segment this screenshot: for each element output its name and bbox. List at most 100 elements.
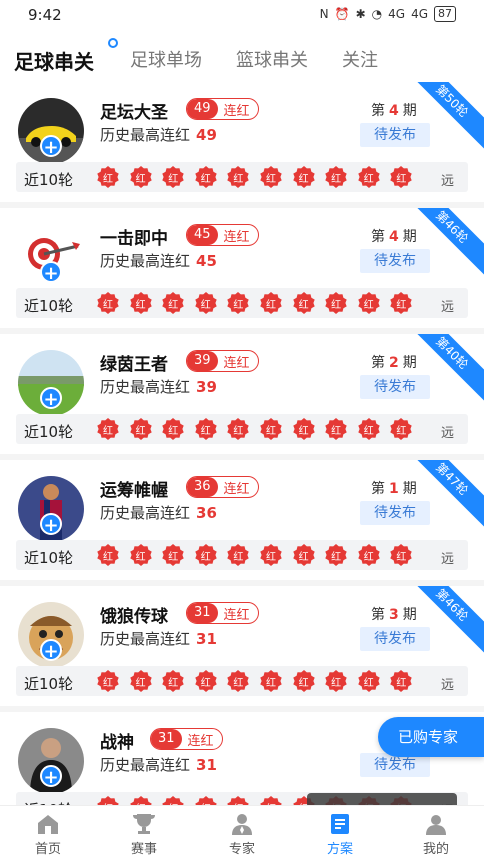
nav-experts[interactable]: 专家 (212, 812, 272, 857)
result-red-icon: 红 (357, 669, 381, 693)
result-text: 红 (331, 174, 342, 185)
expert-list: + 足坛大圣 49 连红 历史最高连红 49 第 4 期待发布 第50轮 近10轮红红红红红红红红红… (0, 82, 484, 805)
nav-home[interactable]: 首页 (18, 812, 78, 857)
result-text: 红 (135, 426, 146, 437)
expert-card[interactable]: + 运筹帷幄 36 连红 历史最高连红 36 第 1 期待发布 第47轮 近10轮红红红红红红红红红… (0, 460, 484, 580)
result-red-icon: 红 (357, 291, 381, 315)
result-red-icon: 红 (129, 165, 153, 189)
result-text: 红 (396, 300, 407, 311)
nav-events[interactable]: 赛事 (114, 812, 174, 857)
expert-name: 运筹帷幄 (100, 481, 168, 501)
period-number: 3 (389, 607, 399, 623)
results-list: 红红红红红红红红红红 (96, 291, 413, 315)
history-max: 历史最高连红 31 (100, 754, 217, 775)
streak-number: 31 (187, 603, 218, 623)
history-max: 历史最高连红 39 (100, 376, 217, 397)
result-red-icon: 红 (324, 417, 348, 441)
period-prefix: 第 (371, 481, 385, 497)
result-red-icon: 红 (226, 543, 250, 567)
results-list: 红红红红红红红红红红 (96, 543, 413, 567)
period-number: 1 (389, 481, 399, 497)
trophy-icon (131, 812, 157, 836)
result-text: 红 (265, 678, 276, 689)
result-text: 红 (103, 426, 113, 437)
status-icons: N ⏰ ✱ ◔ 4G 4G 87 (320, 6, 456, 22)
history-label: 历史最高连红 (100, 378, 191, 396)
result-text: 红 (396, 174, 407, 185)
result-red-icon: 红 (129, 543, 153, 567)
pending-button[interactable]: 待发布 (360, 501, 430, 525)
expert-name: 绿茵王者 (100, 355, 168, 375)
streak-number: 49 (187, 99, 218, 119)
period-prefix: 第 (371, 103, 385, 119)
follow-plus-icon[interactable]: + (40, 639, 62, 662)
pending-button[interactable]: 待发布 (360, 627, 430, 651)
period-suffix: 期 (402, 229, 417, 245)
pending-button[interactable]: 待发布 (360, 249, 430, 273)
streak-badge: 39 连红 (186, 350, 259, 372)
result-red-icon: 红 (259, 291, 283, 315)
pending-button[interactable]: 待发布 (360, 375, 430, 399)
result-red-icon: 红 (259, 543, 283, 567)
tab-follow[interactable]: 关注 (342, 46, 378, 72)
streak-label: 连红 (223, 355, 250, 371)
nav-experts-label: 专家 (228, 842, 255, 857)
far-label: 远 (440, 678, 454, 693)
result-text: 红 (200, 552, 211, 563)
follow-plus-icon[interactable]: + (40, 387, 62, 410)
recent-results-row: 近10轮 红 红 红 红 红 红 红 红 红 红 远 (16, 288, 468, 318)
nav-profile[interactable]: 我的 (406, 812, 466, 857)
result-red-icon: 红 (389, 669, 413, 693)
history-number: 31 (196, 756, 217, 774)
expert-card[interactable]: + 饿狼传球 31 连红 历史最高连红 31 第 3 期待发布 第46轮 近10轮红红红红红红红红红… (0, 586, 484, 706)
plan-icon (327, 812, 353, 836)
result-red-icon: 红 (161, 165, 185, 189)
tab-basketball-parlay[interactable]: 篮球串关 (236, 46, 308, 72)
result-text: 红 (103, 678, 113, 689)
alarm-icon: ⏰ (334, 7, 350, 21)
result-red-icon: 红 (96, 669, 120, 693)
result-red-icon: 红 (389, 543, 413, 567)
tab-football-single[interactable]: 足球单场 (130, 46, 202, 72)
result-text: 红 (331, 678, 342, 689)
result-text: 红 (331, 300, 342, 311)
result-text: 红 (200, 300, 211, 311)
result-text: 红 (135, 300, 146, 311)
follow-plus-icon[interactable]: + (40, 513, 62, 536)
streak-label: 连红 (223, 229, 250, 245)
recent-label: 近10轮 (24, 423, 74, 441)
signal-icon: 4G (388, 7, 406, 21)
result-red-icon: 红 (226, 291, 250, 315)
history-max: 历史最高连红 45 (100, 250, 217, 271)
streak-label: 连红 (223, 481, 250, 497)
streak-number: 36 (187, 477, 218, 497)
nav-plans[interactable]: 方案 (310, 812, 370, 857)
result-red-icon: 红 (259, 795, 283, 805)
history-number: 31 (196, 630, 217, 648)
expert-card[interactable]: + 绿茵王者 39 连红 历史最高连红 39 第 2 期待发布 第40轮 近10轮红红红红红红红红红… (0, 334, 484, 454)
nfc-icon: N (319, 7, 329, 21)
expert-card[interactable]: + 一击即中 45 连红 历史最高连红 45 第 4 期待发布 第46轮 近10轮红红红红红红红红红… (0, 208, 484, 328)
follow-plus-icon[interactable]: + (40, 135, 62, 158)
streak-badge: 31 连红 (150, 728, 223, 750)
pending-button[interactable]: 待发布 (360, 123, 430, 147)
status-bar: 9:42 N ⏰ ✱ ◔ 4G 4G 87 (0, 0, 484, 30)
result-red-icon: 红 (226, 165, 250, 189)
streak-number: 31 (151, 729, 182, 749)
period-suffix: 期 (402, 481, 417, 497)
result-red-icon: 红 (226, 795, 250, 805)
result-red-icon: 红 (259, 669, 283, 693)
history-label: 历史最高连红 (100, 252, 191, 270)
history-number: 45 (196, 252, 217, 270)
expert-card[interactable]: + 足坛大圣 49 连红 历史最高连红 49 第 4 期待发布 第50轮 近10轮红红红红红红红红红… (0, 82, 484, 202)
purchased-experts-button[interactable]: 已购专家 (378, 717, 484, 757)
follow-plus-icon[interactable]: + (40, 261, 62, 284)
follow-plus-icon[interactable]: + (40, 765, 62, 788)
result-red-icon: 红 (161, 291, 185, 315)
tab-football-parlay[interactable]: 足球串关 (14, 46, 94, 75)
result-text: 红 (363, 174, 374, 185)
profile-icon (423, 812, 449, 836)
result-text: 红 (331, 426, 342, 437)
result-text: 红 (168, 300, 179, 311)
recent-label: 近10轮 (24, 675, 74, 693)
